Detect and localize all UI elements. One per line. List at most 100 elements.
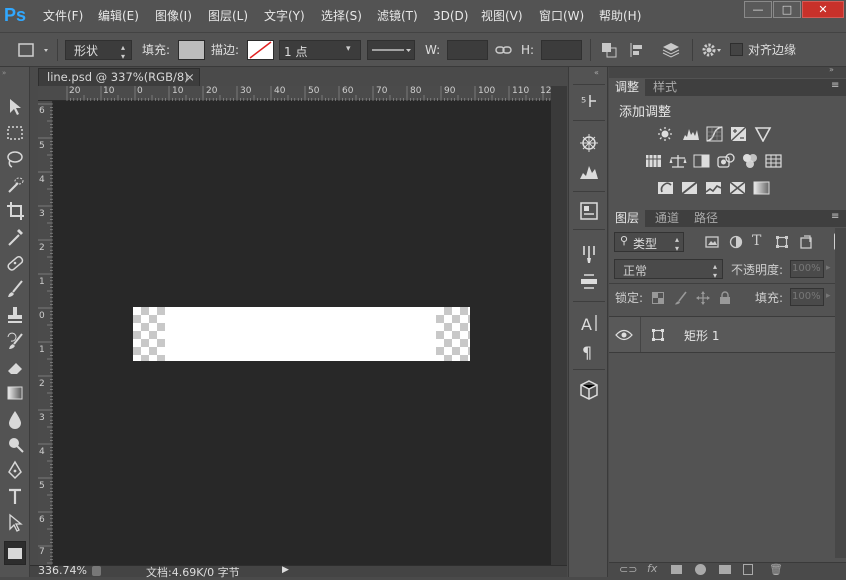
gradient-map-icon[interactable]: [753, 180, 771, 196]
layer-row[interactable]: 矩形 1: [609, 316, 835, 353]
export-icon[interactable]: [92, 566, 101, 576]
menu-window[interactable]: 窗口(W): [539, 0, 584, 32]
brush-tool-icon[interactable]: [4, 277, 26, 301]
crop-tool-icon[interactable]: [4, 199, 26, 223]
add-mask-icon[interactable]: [671, 565, 682, 574]
layer-filter-select[interactable]: ⚲ 类型 ▴ ▾: [614, 232, 684, 253]
document-tab[interactable]: line.psd @ 337%(RGB/8) ×: [38, 68, 200, 86]
histogram-panel-icon[interactable]: [578, 160, 600, 182]
tab-styles[interactable]: 样式: [647, 79, 683, 96]
layer-name[interactable]: 矩形 1: [684, 327, 719, 344]
clone-stamp-tool-icon[interactable]: [4, 303, 26, 327]
minimize-button[interactable]: —: [744, 1, 772, 18]
lock-transparent-icon[interactable]: [652, 292, 664, 304]
filter-type-icon[interactable]: T: [752, 233, 766, 249]
eye-icon[interactable]: [615, 328, 633, 342]
curves-icon[interactable]: [706, 126, 724, 142]
fill-input[interactable]: 100%: [790, 288, 824, 306]
path-arrangement-icon[interactable]: [660, 41, 682, 59]
collapse-arrows-icon[interactable]: «: [594, 68, 599, 77]
posterize-icon[interactable]: [681, 180, 699, 196]
path-alignment-icon[interactable]: [628, 41, 648, 59]
chevron-down-icon[interactable]: ▸: [826, 263, 831, 273]
filter-shape-icon[interactable]: [775, 235, 789, 249]
pen-tool-icon[interactable]: [4, 459, 26, 483]
height-input[interactable]: [541, 40, 582, 60]
selective-color-icon[interactable]: [729, 180, 747, 196]
gear-icon[interactable]: [700, 41, 722, 59]
folder-icon[interactable]: [719, 565, 731, 574]
menu-edit[interactable]: 编辑(E): [98, 0, 139, 32]
history-brush-tool-icon[interactable]: [4, 329, 26, 353]
move-tool-icon[interactable]: [4, 95, 26, 119]
new-layer-icon[interactable]: [743, 564, 753, 575]
collapse-arrows-icon[interactable]: »: [829, 65, 834, 74]
fill-swatch[interactable]: [178, 40, 205, 60]
brushes-panel-icon[interactable]: [578, 243, 600, 265]
panel-menu-icon[interactable]: ≡: [831, 80, 839, 91]
brightness-contrast-icon[interactable]: [656, 126, 674, 142]
trash-icon[interactable]: 🗑: [769, 563, 783, 576]
play-arrow-icon[interactable]: ▶: [282, 565, 289, 575]
link-layers-icon[interactable]: ⊂⊃: [619, 563, 637, 576]
photo-filter-icon[interactable]: [717, 153, 735, 169]
width-input[interactable]: [447, 40, 488, 60]
channel-mixer-icon[interactable]: [741, 153, 759, 169]
brush-presets-panel-icon[interactable]: [578, 271, 600, 293]
type-tool-icon[interactable]: [4, 485, 26, 509]
lock-all-icon[interactable]: [719, 291, 731, 305]
lock-pixels-icon[interactable]: [674, 291, 688, 305]
filter-pixel-icon[interactable]: [705, 235, 719, 249]
stroke-type-select[interactable]: [367, 40, 415, 60]
rectangle-tool-icon[interactable]: [4, 541, 26, 565]
gradient-tool-icon[interactable]: [4, 381, 26, 405]
lasso-tool-icon[interactable]: [4, 147, 26, 171]
levels-icon[interactable]: [682, 126, 700, 142]
restore-button[interactable]: □: [773, 1, 801, 18]
close-icon[interactable]: ×: [185, 69, 195, 86]
menu-file[interactable]: 文件(F): [43, 0, 83, 32]
opacity-input[interactable]: 100%: [790, 260, 824, 278]
black-white-icon[interactable]: [693, 153, 711, 169]
eraser-tool-icon[interactable]: [4, 355, 26, 379]
link-icon[interactable]: [495, 42, 513, 58]
menu-select[interactable]: 选择(S): [321, 0, 362, 32]
vibrance-icon[interactable]: [754, 126, 772, 142]
menu-help[interactable]: 帮助(H): [599, 0, 641, 32]
menu-filter[interactable]: 滤镜(T): [377, 0, 418, 32]
blur-tool-icon[interactable]: [4, 407, 26, 431]
lock-position-icon[interactable]: [696, 291, 710, 305]
adjustment-layer-icon[interactable]: [695, 564, 706, 575]
dodge-tool-icon[interactable]: [4, 433, 26, 457]
tab-adjustments[interactable]: 调整: [609, 79, 646, 96]
menu-3d[interactable]: 3D(D): [433, 0, 468, 32]
stroke-width-input[interactable]: 1 点 ▾: [279, 40, 361, 60]
tab-paths[interactable]: 路径: [688, 210, 724, 227]
menu-view[interactable]: 视图(V): [481, 0, 523, 32]
menu-layer[interactable]: 图层(L): [208, 0, 248, 32]
3d-panel-icon[interactable]: [578, 379, 600, 401]
menu-type[interactable]: 文字(Y): [264, 0, 305, 32]
history-panel-icon[interactable]: ⁵: [578, 91, 600, 113]
character-panel-icon[interactable]: A: [578, 312, 600, 334]
blend-mode-select[interactable]: 正常 ▴ ▾: [614, 259, 723, 280]
tab-layers[interactable]: 图层: [609, 210, 646, 227]
filter-smart-object-icon[interactable]: [799, 235, 813, 249]
color-balance-icon[interactable]: [669, 153, 687, 169]
panel-menu-icon[interactable]: ≡: [831, 211, 839, 222]
path-selection-tool-icon[interactable]: [4, 511, 26, 535]
paragraph-panel-icon[interactable]: ¶: [578, 340, 600, 362]
document-canvas[interactable]: [133, 307, 470, 361]
align-edges-checkbox[interactable]: [730, 43, 743, 56]
stroke-swatch[interactable]: [247, 40, 274, 60]
quick-selection-tool-icon[interactable]: [4, 173, 26, 197]
properties-panel-icon[interactable]: [578, 200, 600, 222]
threshold-icon[interactable]: [705, 180, 723, 196]
tool-preset-picker[interactable]: [14, 41, 54, 59]
zoom-level[interactable]: 336.74%: [38, 564, 87, 577]
marquee-tool-icon[interactable]: [4, 121, 26, 145]
invert-icon[interactable]: [657, 180, 675, 196]
layer-style-icon[interactable]: fx: [647, 562, 657, 575]
chevron-down-icon[interactable]: ▸: [826, 291, 831, 301]
navigator-panel-icon[interactable]: [578, 132, 600, 154]
